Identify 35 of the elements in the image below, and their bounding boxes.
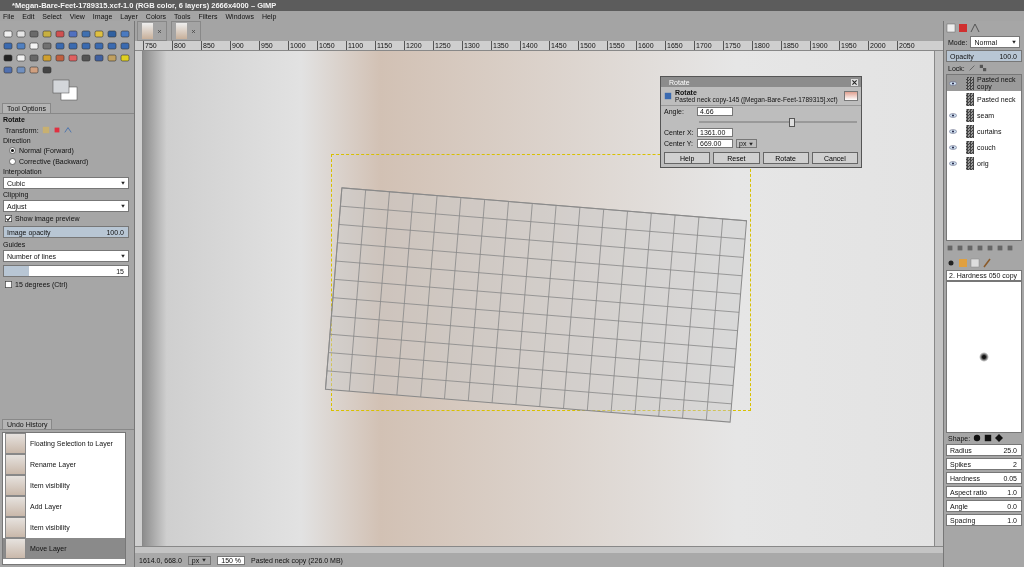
channels-tab[interactable]: [958, 23, 968, 33]
dropdown-arrow-icon[interactable]: [748, 140, 755, 147]
slider-thumb[interactable]: [788, 118, 795, 127]
checkbox[interactable]: [5, 215, 12, 222]
brush-tab[interactable]: [946, 258, 956, 268]
eye-icon[interactable]: [949, 144, 957, 150]
rotate-tool-icon: [664, 92, 672, 100]
image-tab[interactable]: [171, 21, 201, 41]
paths-tab[interactable]: [970, 23, 980, 33]
gradient-tab[interactable]: [970, 258, 980, 268]
eye-icon[interactable]: [949, 160, 957, 166]
dropdown-arrow-icon[interactable]: [120, 203, 126, 209]
eye-icon[interactable]: [949, 80, 957, 86]
brush-preview-icon: [979, 352, 989, 362]
vertical-scrollbar[interactable]: [934, 51, 943, 546]
path-icon[interactable]: [63, 126, 72, 134]
radio-button[interactable]: [9, 158, 16, 165]
layer-thumbnail: [844, 91, 858, 101]
paintbrush-icon[interactable]: [982, 258, 992, 268]
circle-shape-icon[interactable]: [973, 434, 982, 442]
checker-icon[interactable]: [978, 64, 987, 72]
dropdown-arrow-icon[interactable]: [1011, 39, 1017, 45]
dropdown-arrow-icon[interactable]: [120, 180, 126, 186]
checkbox[interactable]: [5, 281, 12, 288]
eye-icon[interactable]: [949, 128, 957, 134]
radio-button[interactable]: [9, 147, 16, 154]
eye-icon[interactable]: [949, 112, 957, 118]
square-shape-icon[interactable]: [984, 434, 993, 442]
color-swatches-icon[interactable]: [52, 79, 78, 101]
horizontal-scrollbar[interactable]: [135, 546, 943, 553]
close-icon[interactable]: [851, 78, 858, 86]
dropdown-arrow-icon[interactable]: [120, 253, 126, 259]
image-tab[interactable]: [137, 21, 167, 41]
layers-tab[interactable]: [946, 23, 956, 33]
dropdown-arrow-icon[interactable]: [201, 557, 208, 563]
